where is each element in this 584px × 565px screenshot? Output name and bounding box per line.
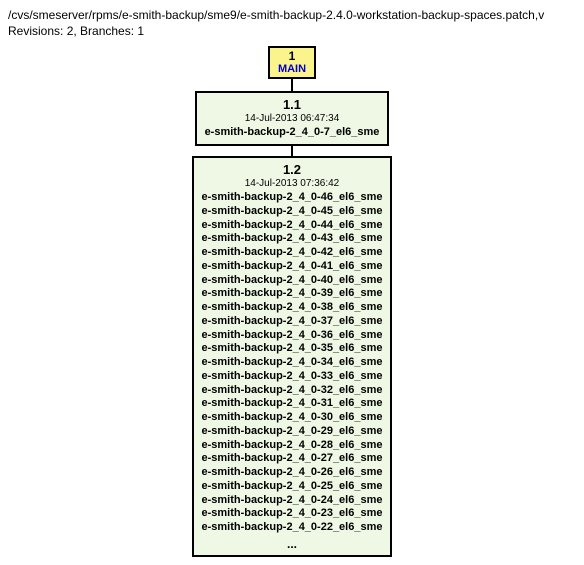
revision-tag: e-smith-backup-2_4_0-26_el6_sme xyxy=(202,466,383,480)
revision-tag: e-smith-backup-2_4_0-36_el6_sme xyxy=(202,329,383,343)
revision-tag: e-smith-backup-2_4_0-22_el6_sme xyxy=(202,521,383,535)
revision-tag: e-smith-backup-2_4_0-40_el6_sme xyxy=(202,274,383,288)
revision-tag: e-smith-backup-2_4_0-38_el6_sme xyxy=(202,301,383,315)
revision-title: 1.1 xyxy=(205,97,380,112)
branch-main-node: 1 MAIN xyxy=(268,46,316,79)
revision-tag: e-smith-backup-2_4_0-37_el6_sme xyxy=(202,315,383,329)
revision-tag: e-smith-backup-2_4_0-45_el6_sme xyxy=(202,205,383,219)
revision-date: 14-Jul-2013 07:36:42 xyxy=(202,178,383,189)
revision-tag: e-smith-backup-2_4_0-30_el6_sme xyxy=(202,411,383,425)
revision-tag: e-smith-backup-2_4_0-23_el6_sme xyxy=(202,507,383,521)
revision-tag: e-smith-backup-2_4_0-25_el6_sme xyxy=(202,480,383,494)
revision-tag: e-smith-backup-2_4_0-42_el6_sme xyxy=(202,246,383,260)
connector xyxy=(291,146,293,156)
revision-tag: e-smith-backup-2_4_0-43_el6_sme xyxy=(202,232,383,246)
ellipsis: ... xyxy=(202,537,383,551)
revision-tag: e-smith-backup-2_4_0-24_el6_sme xyxy=(202,494,383,508)
revision-tag: e-smith-backup-2_4_0-32_el6_sme xyxy=(202,384,383,398)
revision-1-1-node: 1.1 14-Jul-2013 06:47:34 e-smith-backup-… xyxy=(195,91,390,146)
revision-date: 14-Jul-2013 06:47:34 xyxy=(205,113,380,124)
revision-title: 1.2 xyxy=(202,162,383,177)
revision-tag: e-smith-backup-2_4_0-7_el6_sme xyxy=(205,126,380,140)
branch-number: 1 xyxy=(278,50,306,63)
revision-tag: e-smith-backup-2_4_0-41_el6_sme xyxy=(202,260,383,274)
revision-tag: e-smith-backup-2_4_0-44_el6_sme xyxy=(202,219,383,233)
revision-tag: e-smith-backup-2_4_0-28_el6_sme xyxy=(202,439,383,453)
file-path: /cvs/smeserver/rpms/e-smith-backup/sme9/… xyxy=(8,8,576,22)
revision-tag: e-smith-backup-2_4_0-29_el6_sme xyxy=(202,425,383,439)
revision-1-2-node: 1.2 14-Jul-2013 07:36:42 e-smith-backup-… xyxy=(192,156,393,557)
revision-graph: 1 MAIN 1.1 14-Jul-2013 06:47:34 e-smith-… xyxy=(8,46,576,557)
revision-tag: e-smith-backup-2_4_0-46_el6_sme xyxy=(202,191,383,205)
revision-tag: e-smith-backup-2_4_0-33_el6_sme xyxy=(202,370,383,384)
revision-tag: e-smith-backup-2_4_0-35_el6_sme xyxy=(202,342,383,356)
revision-tag: e-smith-backup-2_4_0-34_el6_sme xyxy=(202,356,383,370)
revisions-meta: Revisions: 2, Branches: 1 xyxy=(8,24,576,38)
revision-tag: e-smith-backup-2_4_0-31_el6_sme xyxy=(202,397,383,411)
revision-tag-list: e-smith-backup-2_4_0-46_el6_smee-smith-b… xyxy=(202,191,383,535)
connector xyxy=(291,79,293,91)
branch-label: MAIN xyxy=(278,63,306,75)
revision-tag: e-smith-backup-2_4_0-27_el6_sme xyxy=(202,452,383,466)
revision-tag: e-smith-backup-2_4_0-39_el6_sme xyxy=(202,287,383,301)
